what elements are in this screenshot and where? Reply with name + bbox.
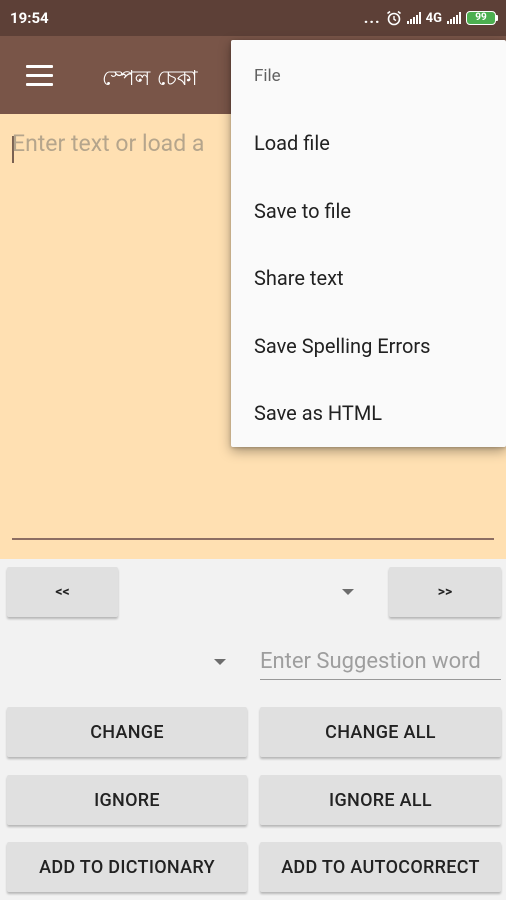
status-icons: ... 4G 99 (364, 7, 498, 29)
file-popup-menu: File Load file Save to file Share text S… (231, 40, 506, 447)
menu-item-share-text[interactable]: Share text (231, 244, 506, 311)
signal-1-icon (406, 12, 421, 24)
ignore-all-button[interactable]: IGNORE ALL (260, 775, 501, 825)
app-title: স্পেল চেকা (102, 66, 198, 90)
previous-error-button[interactable]: << (7, 567, 118, 617)
change-all-button[interactable]: CHANGE ALL (260, 707, 501, 757)
ignore-button[interactable]: IGNORE (7, 775, 247, 825)
network-type-label: 4G (425, 10, 442, 26)
error-word-dropdown[interactable] (126, 567, 376, 617)
dropdown-arrow-icon (342, 589, 354, 595)
battery-level: 99 (466, 11, 496, 25)
next-error-button[interactable]: >> (389, 567, 501, 617)
hamburger-menu-icon[interactable] (18, 60, 62, 92)
status-time: 19:54 (10, 9, 49, 27)
add-to-dictionary-button[interactable]: ADD TO DICTIONARY (7, 842, 247, 892)
dropdown-arrow-icon (214, 659, 226, 665)
menu-item-save-to-file[interactable]: Save to file (231, 177, 506, 244)
alarm-icon (386, 10, 401, 26)
add-to-autocorrect-button[interactable]: ADD TO AUTOCORRECT (260, 842, 501, 892)
suggestion-dropdown[interactable] (7, 640, 247, 684)
menu-item-load-file[interactable]: Load file (231, 109, 506, 176)
battery-icon: 99 (466, 11, 498, 25)
menu-item-save-as-html[interactable]: Save as HTML (231, 379, 506, 446)
menu-item-save-spelling-errors[interactable]: Save Spelling Errors (231, 312, 506, 379)
notification-dots-icon: ... (363, 8, 381, 27)
popup-menu-header: File (254, 66, 281, 86)
suggestion-input[interactable] (260, 644, 501, 680)
change-button[interactable]: CHANGE (7, 707, 247, 757)
status-bar: 19:54 ... 4G 99 (0, 0, 506, 36)
editor-underline (12, 538, 494, 540)
signal-2-icon (447, 12, 461, 24)
